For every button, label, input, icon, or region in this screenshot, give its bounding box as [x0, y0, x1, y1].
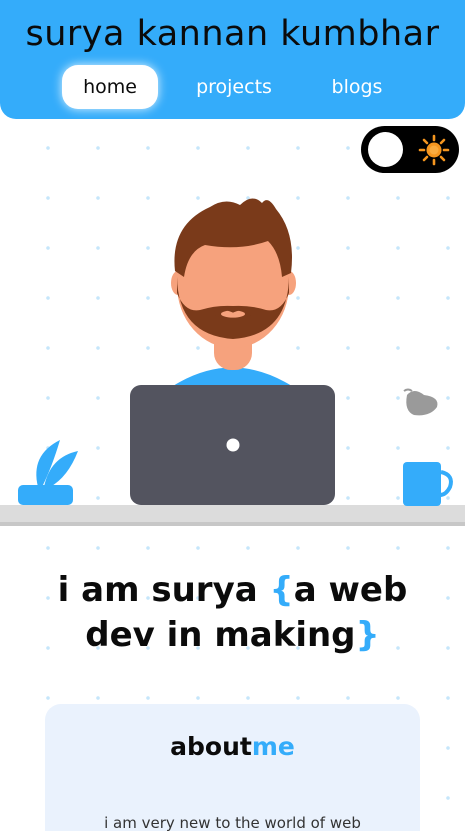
nav-home-link[interactable]: home — [62, 65, 158, 109]
about-title-main: about — [170, 732, 252, 761]
brace-close: } — [355, 615, 380, 655]
hero-phrase-1: a web — [293, 570, 408, 610]
about-text: i am very new to the world of web — [104, 814, 361, 831]
hero-headline: i am surya {a web dev in making} — [20, 568, 445, 658]
coffee-mug-icon — [403, 462, 453, 506]
plant-icon — [18, 440, 78, 505]
about-card: aboutme i am very new to the world of we… — [45, 704, 420, 831]
hero-phrase-2: dev in making — [85, 615, 356, 655]
steam-icon — [406, 391, 438, 416]
nav-projects-link[interactable]: projects — [180, 65, 288, 109]
hero-intro: i am surya — [57, 570, 270, 610]
about-title-accent: me — [251, 732, 295, 761]
site-title: surya kannan kumbhar — [25, 14, 440, 54]
brace-open: { — [269, 570, 294, 610]
developer-illustration — [0, 198, 465, 526]
sun-icon — [418, 134, 450, 166]
desk — [0, 505, 465, 524]
toggle-knob — [368, 132, 403, 167]
about-title: aboutme — [45, 732, 420, 761]
nav-blogs-link[interactable]: blogs — [318, 65, 396, 109]
site-header: surya kannan kumbhar home projects blogs — [0, 0, 465, 119]
theme-toggle[interactable] — [361, 126, 459, 173]
